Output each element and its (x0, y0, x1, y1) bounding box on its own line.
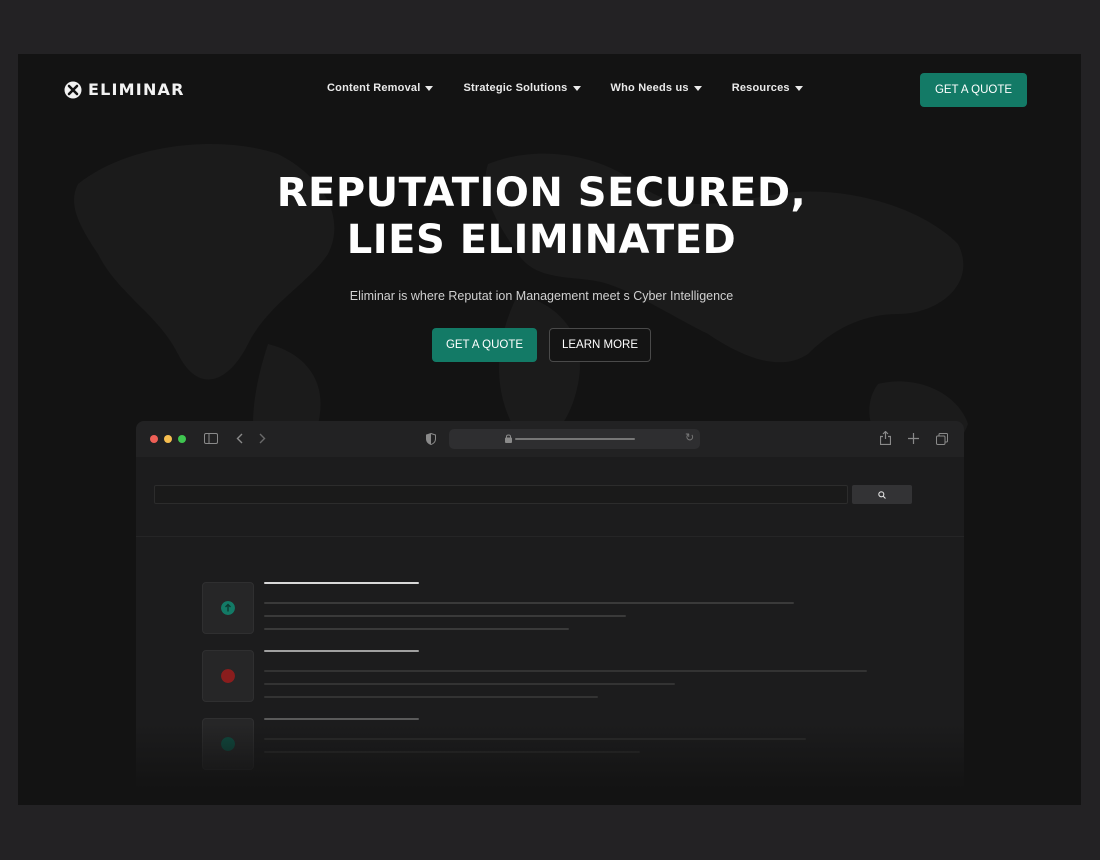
result-text-line (264, 670, 867, 672)
hero-title: REPUTATION SECURED, LIES ELIMINATED (18, 170, 1065, 264)
result-thumbnail (202, 650, 254, 702)
browser-toolbar: ↻ (136, 421, 964, 457)
page-frame: ELIMINAR Content Removal Strategic Solut… (18, 54, 1081, 805)
mock-search-button[interactable] (852, 485, 912, 504)
nav-item-content-removal[interactable]: Content Removal (327, 82, 434, 94)
nav-item-who-needs-us[interactable]: Who Needs us (611, 82, 702, 94)
minimize-dot-icon (164, 435, 172, 443)
mock-search-input[interactable] (154, 485, 848, 504)
shield-icon (426, 433, 436, 445)
nav-label: Strategic Solutions (463, 82, 568, 94)
get-a-quote-nav-button[interactable]: GET A QUOTE (920, 73, 1027, 107)
main-nav: Content Removal Strategic Solutions Who … (327, 82, 833, 94)
search-icon (878, 490, 886, 499)
hero-title-line-1: REPUTATION SECURED, (276, 170, 807, 216)
url-placeholder-line (515, 438, 635, 440)
result-title-line (264, 582, 419, 584)
result-text-line (264, 628, 569, 630)
result-thumbnail (202, 582, 254, 634)
share-icon (880, 431, 891, 445)
address-bar[interactable]: ↻ (449, 429, 700, 449)
nav-label: Resources (731, 82, 790, 94)
results-divider (136, 536, 964, 537)
brand-logo[interactable]: ELIMINAR (64, 80, 185, 99)
caret-down-icon (794, 85, 803, 91)
zoom-dot-icon (178, 435, 186, 443)
red-circle-icon (221, 669, 235, 683)
hero-title-line-2: LIES ELIMINATED (346, 217, 737, 263)
nav-item-resources[interactable]: Resources (732, 82, 803, 94)
reload-icon[interactable]: ↻ (685, 431, 694, 444)
bottom-fade-overlay (18, 724, 1081, 805)
close-dot-icon (150, 435, 158, 443)
result-text-line (264, 615, 626, 617)
brand-name: ELIMINAR (88, 80, 185, 99)
result-title-line (264, 650, 419, 652)
back-icon (236, 433, 243, 444)
search-result-negative (202, 650, 902, 710)
caret-down-icon (425, 85, 434, 91)
result-text-line (264, 696, 598, 698)
nav-item-strategic-solutions[interactable]: Strategic Solutions (463, 82, 581, 94)
lock-icon (505, 434, 512, 443)
nav-label: Content Removal (327, 82, 421, 94)
result-text-line (264, 683, 675, 685)
logo-x-icon (64, 81, 82, 98)
tabs-icon (936, 433, 948, 445)
caret-down-icon (693, 85, 702, 91)
search-result-positive (202, 582, 902, 642)
caret-down-icon (572, 85, 581, 91)
result-text-line (264, 602, 794, 604)
learn-more-button[interactable]: LEARN MORE (549, 328, 651, 362)
plus-icon (908, 433, 919, 444)
result-title-line (264, 718, 419, 720)
up-arrow-circle-icon (221, 601, 235, 615)
hero-subtitle: Eliminar is where Reputat ion Management… (349, 289, 734, 303)
sidebar-icon (204, 433, 218, 444)
get-a-quote-button[interactable]: GET A QUOTE (432, 328, 537, 362)
hero-actions: GET A QUOTE LEARN MORE (432, 328, 651, 362)
forward-icon (259, 433, 266, 444)
nav-label: Who Needs us (610, 82, 689, 94)
